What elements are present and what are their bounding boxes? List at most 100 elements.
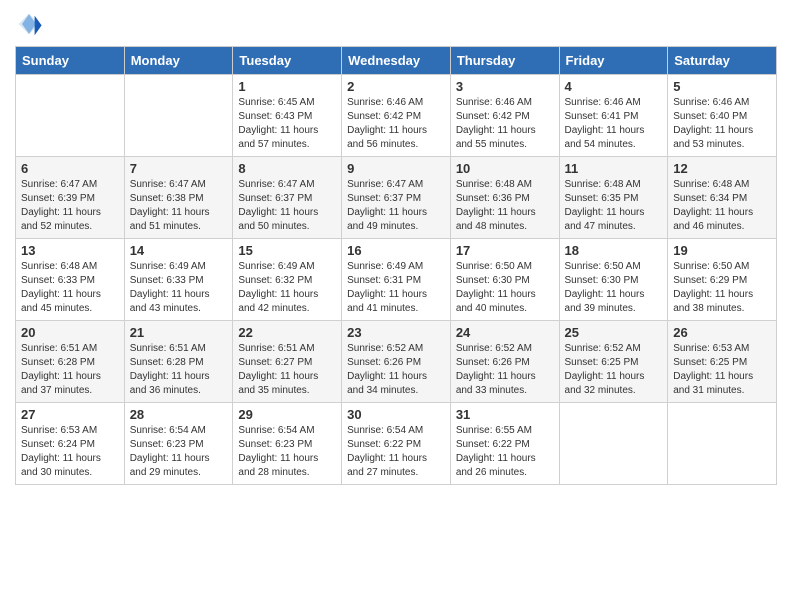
weekday-header-sunday: Sunday (16, 47, 125, 75)
day-info: Sunrise: 6:51 AMSunset: 6:27 PMDaylight:… (238, 342, 336, 398)
day-info: Sunrise: 6:52 AMSunset: 6:25 PMDaylight:… (565, 342, 663, 398)
day-number: 5 (673, 79, 771, 94)
day-info: Sunrise: 6:48 AMSunset: 6:35 PMDaylight:… (565, 178, 663, 234)
calendar-cell: 22 Sunrise: 6:51 AMSunset: 6:27 PMDayligh… (233, 321, 342, 403)
day-number: 25 (565, 325, 663, 340)
day-info: Sunrise: 6:46 AMSunset: 6:42 PMDaylight:… (456, 96, 554, 152)
weekday-header-friday: Friday (559, 47, 668, 75)
day-info: Sunrise: 6:49 AMSunset: 6:33 PMDaylight:… (130, 260, 228, 316)
day-number: 24 (456, 325, 554, 340)
day-info: Sunrise: 6:49 AMSunset: 6:31 PMDaylight:… (347, 260, 445, 316)
day-info: Sunrise: 6:47 AMSunset: 6:37 PMDaylight:… (238, 178, 336, 234)
day-info: Sunrise: 6:54 AMSunset: 6:23 PMDaylight:… (238, 424, 336, 480)
calendar-cell: 1 Sunrise: 6:45 AMSunset: 6:43 PMDaylight… (233, 75, 342, 157)
calendar-header-row: SundayMondayTuesdayWednesdayThursdayFrid… (16, 47, 777, 75)
calendar-cell: 16 Sunrise: 6:49 AMSunset: 6:31 PMDayligh… (342, 239, 451, 321)
day-info: Sunrise: 6:50 AMSunset: 6:30 PMDaylight:… (456, 260, 554, 316)
page: SundayMondayTuesdayWednesdayThursdayFrid… (0, 0, 792, 612)
day-info: Sunrise: 6:48 AMSunset: 6:36 PMDaylight:… (456, 178, 554, 234)
day-number: 23 (347, 325, 445, 340)
header (15, 10, 777, 38)
calendar-cell: 24 Sunrise: 6:52 AMSunset: 6:26 PMDayligh… (450, 321, 559, 403)
day-info: Sunrise: 6:49 AMSunset: 6:32 PMDaylight:… (238, 260, 336, 316)
calendar-cell: 18 Sunrise: 6:50 AMSunset: 6:30 PMDayligh… (559, 239, 668, 321)
calendar-cell: 13Sunrise: 6:48 AMSunset: 6:33 PMDayligh… (16, 239, 125, 321)
calendar-cell: 27 Sunrise: 6:53 AMSunset: 6:24 PMDayligh… (16, 403, 125, 485)
day-number: 9 (347, 161, 445, 176)
calendar-cell: 23 Sunrise: 6:52 AMSunset: 6:26 PMDayligh… (342, 321, 451, 403)
calendar-cell: 3 Sunrise: 6:46 AMSunset: 6:42 PMDaylight… (450, 75, 559, 157)
day-info: Sunrise: 6:48 AMSunset: 6:33 PMDaylight:… (21, 260, 119, 316)
day-info: Sunrise: 6:47 AMSunset: 6:38 PMDaylight:… (130, 178, 228, 234)
day-info: Sunrise: 6:46 AMSunset: 6:42 PMDaylight:… (347, 96, 445, 152)
calendar-cell: 5 Sunrise: 6:46 AMSunset: 6:40 PMDaylight… (668, 75, 777, 157)
calendar-cell: 20 Sunrise: 6:51 AMSunset: 6:28 PMDayligh… (16, 321, 125, 403)
calendar-cell: 26Sunrise: 6:53 AMSunset: 6:25 PMDayligh… (668, 321, 777, 403)
calendar-table: SundayMondayTuesdayWednesdayThursdayFrid… (15, 46, 777, 485)
calendar-cell: 6Sunrise: 6:47 AMSunset: 6:39 PMDaylight… (16, 157, 125, 239)
calendar-cell: 30Sunrise: 6:54 AMSunset: 6:22 PMDayligh… (342, 403, 451, 485)
calendar-cell: 7 Sunrise: 6:47 AMSunset: 6:38 PMDaylight… (124, 157, 233, 239)
calendar-cell: 19Sunrise: 6:50 AMSunset: 6:29 PMDayligh… (668, 239, 777, 321)
day-number: 17 (456, 243, 554, 258)
day-info: Sunrise: 6:47 AMSunset: 6:37 PMDaylight:… (347, 178, 445, 234)
calendar-cell: 2 Sunrise: 6:46 AMSunset: 6:42 PMDaylight… (342, 75, 451, 157)
day-info: Sunrise: 6:52 AMSunset: 6:26 PMDaylight:… (347, 342, 445, 398)
weekday-header-wednesday: Wednesday (342, 47, 451, 75)
day-number: 18 (565, 243, 663, 258)
calendar-cell: 29 Sunrise: 6:54 AMSunset: 6:23 PMDayligh… (233, 403, 342, 485)
calendar-cell (16, 75, 125, 157)
day-info: Sunrise: 6:52 AMSunset: 6:26 PMDaylight:… (456, 342, 554, 398)
calendar-cell: 25 Sunrise: 6:52 AMSunset: 6:25 PMDayligh… (559, 321, 668, 403)
day-number: 4 (565, 79, 663, 94)
day-number: 12 (673, 161, 771, 176)
day-info: Sunrise: 6:46 AMSunset: 6:40 PMDaylight:… (673, 96, 771, 152)
day-number: 6 (21, 161, 119, 176)
day-number: 28 (130, 407, 228, 422)
weekday-header-saturday: Saturday (668, 47, 777, 75)
calendar-week-row: 6Sunrise: 6:47 AMSunset: 6:39 PMDaylight… (16, 157, 777, 239)
calendar-cell: 11 Sunrise: 6:48 AMSunset: 6:35 PMDayligh… (559, 157, 668, 239)
calendar-week-row: 27 Sunrise: 6:53 AMSunset: 6:24 PMDayligh… (16, 403, 777, 485)
logo-icon (15, 10, 43, 38)
calendar-cell: 12 Sunrise: 6:48 AMSunset: 6:34 PMDayligh… (668, 157, 777, 239)
calendar-cell: 10 Sunrise: 6:48 AMSunset: 6:36 PMDayligh… (450, 157, 559, 239)
day-number: 21 (130, 325, 228, 340)
calendar-cell (559, 403, 668, 485)
calendar-week-row: 20 Sunrise: 6:51 AMSunset: 6:28 PMDayligh… (16, 321, 777, 403)
day-number: 27 (21, 407, 119, 422)
day-number: 20 (21, 325, 119, 340)
day-info: Sunrise: 6:51 AMSunset: 6:28 PMDaylight:… (21, 342, 119, 398)
day-number: 10 (456, 161, 554, 176)
day-number: 8 (238, 161, 336, 176)
weekday-header-tuesday: Tuesday (233, 47, 342, 75)
day-number: 29 (238, 407, 336, 422)
day-info: Sunrise: 6:46 AMSunset: 6:41 PMDaylight:… (565, 96, 663, 152)
weekday-header-monday: Monday (124, 47, 233, 75)
day-info: Sunrise: 6:54 AMSunset: 6:23 PMDaylight:… (130, 424, 228, 480)
day-info: Sunrise: 6:50 AMSunset: 6:30 PMDaylight:… (565, 260, 663, 316)
calendar-cell: 8 Sunrise: 6:47 AMSunset: 6:37 PMDaylight… (233, 157, 342, 239)
calendar-cell: 9 Sunrise: 6:47 AMSunset: 6:37 PMDaylight… (342, 157, 451, 239)
calendar-cell: 17 Sunrise: 6:50 AMSunset: 6:30 PMDayligh… (450, 239, 559, 321)
day-number: 1 (238, 79, 336, 94)
day-number: 7 (130, 161, 228, 176)
weekday-header-thursday: Thursday (450, 47, 559, 75)
calendar-cell: 4 Sunrise: 6:46 AMSunset: 6:41 PMDaylight… (559, 75, 668, 157)
day-number: 11 (565, 161, 663, 176)
calendar-cell: 15Sunrise: 6:49 AMSunset: 6:32 PMDayligh… (233, 239, 342, 321)
calendar-week-row: 1 Sunrise: 6:45 AMSunset: 6:43 PMDaylight… (16, 75, 777, 157)
day-number: 22 (238, 325, 336, 340)
calendar-cell: 31Sunrise: 6:55 AMSunset: 6:22 PMDayligh… (450, 403, 559, 485)
day-number: 2 (347, 79, 445, 94)
day-info: Sunrise: 6:45 AMSunset: 6:43 PMDaylight:… (238, 96, 336, 152)
day-number: 26 (673, 325, 771, 340)
calendar-cell: 28 Sunrise: 6:54 AMSunset: 6:23 PMDayligh… (124, 403, 233, 485)
day-number: 30 (347, 407, 445, 422)
calendar-cell (124, 75, 233, 157)
day-info: Sunrise: 6:48 AMSunset: 6:34 PMDaylight:… (673, 178, 771, 234)
day-number: 3 (456, 79, 554, 94)
day-info: Sunrise: 6:53 AMSunset: 6:24 PMDaylight:… (21, 424, 119, 480)
calendar-week-row: 13Sunrise: 6:48 AMSunset: 6:33 PMDayligh… (16, 239, 777, 321)
day-number: 16 (347, 243, 445, 258)
